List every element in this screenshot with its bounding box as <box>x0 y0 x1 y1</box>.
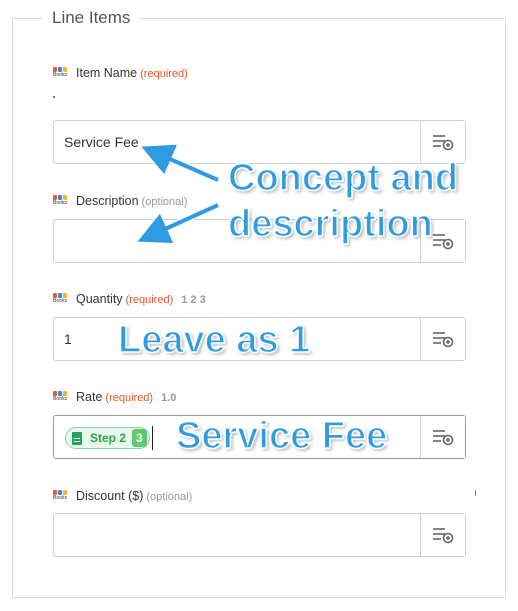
annotation-description: description <box>227 202 433 246</box>
annotation-leave: Leave as 1 <box>117 318 311 362</box>
annotation-service-fee: Service Fee <box>175 414 388 458</box>
annotation-arrows <box>137 144 220 243</box>
annotation-concept: Concept and <box>227 156 459 200</box>
